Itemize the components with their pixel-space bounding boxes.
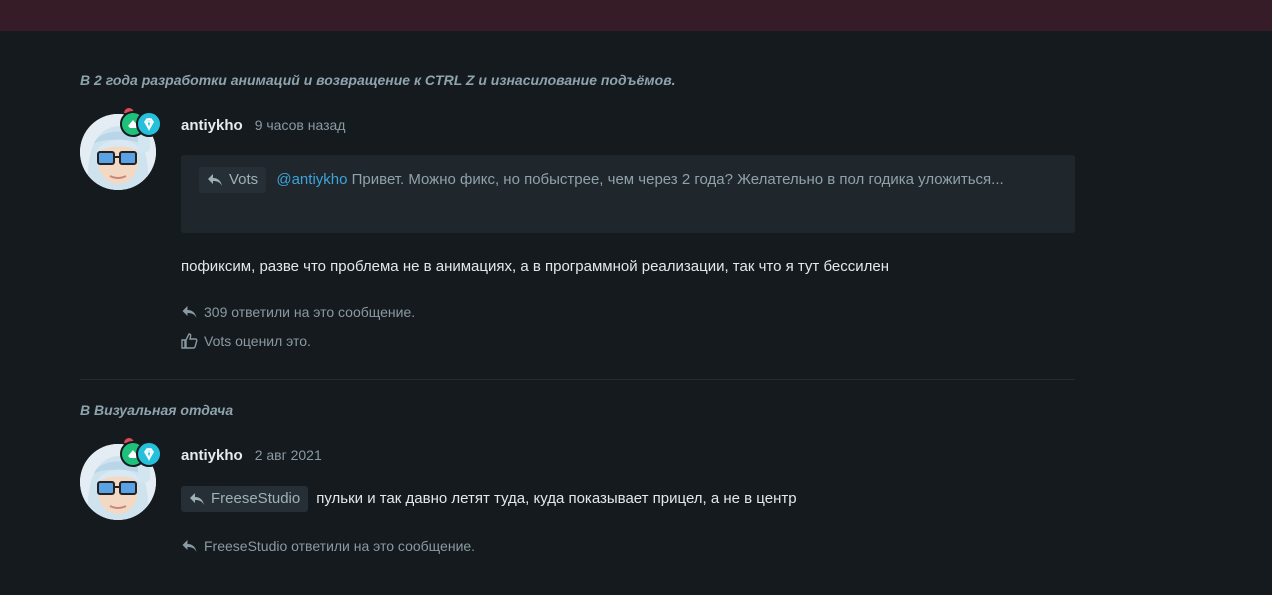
thumbs-up-icon [181,333,198,349]
replies-count-text: 309 ответили на это сообщение. [204,304,416,320]
diamond-badge-icon[interactable] [136,111,162,137]
reply-arrow-icon [182,540,197,552]
post-timestamp[interactable]: 9 часов назад [255,113,346,137]
username-link[interactable]: antiykho [181,444,243,468]
reply-to-username: FreeseStudio [211,490,301,508]
post-header: antiykho 9 часов назад [181,113,1075,137]
post-header: antiykho 2 авг 2021 [181,443,1075,467]
replies-link[interactable]: 309 ответили на это сообщение. [181,302,1075,322]
post-body: antiykho 2 авг 2021 FreeseStudio пульки … [181,444,1075,556]
post-context: В 2 года разработки анимаций и возвращен… [80,70,1075,90]
likes-link[interactable]: Vots оценил это. [181,331,1075,351]
post-context: В Визуальная отдача [80,400,1075,420]
user-avatar[interactable] [80,108,162,190]
username-link[interactable]: antiykho [181,114,243,138]
post-timestamp[interactable]: 2 авг 2021 [255,443,322,467]
post-message: пофиксим, разве что проблема не в анимац… [181,258,889,275]
replies-count-text: FreeseStudio ответили на это сообщение. [204,538,476,554]
user-mention-link[interactable]: @antiykho [276,171,347,188]
quote-author-name: Vots [229,171,259,189]
reply-arrow-icon [208,174,222,187]
post-divider [80,379,1075,380]
context-discussion-link[interactable]: Визуальная отдача [94,402,233,418]
context-prefix: В [80,402,91,418]
user-avatar[interactable] [80,438,162,520]
post-message: FreeseStudio пульки и так давно летят ту… [181,485,1075,513]
post-message-text: пульки и так давно летят туда, куда пока… [316,490,797,507]
quote-block: Vots @antiykho Привет. Можно фикс, но по… [181,155,1075,233]
likes-text: Vots оценил это. [204,333,311,349]
top-bar [0,0,1272,31]
context-prefix: В [80,72,91,88]
reply-arrow-icon [182,306,197,318]
reply-to-user-button[interactable]: FreeseStudio [181,486,309,513]
quote-text: Привет. Можно фикс, но побыстрее, чем че… [351,171,1004,188]
replies-link[interactable]: FreeseStudio ответили на это сообщение. [181,536,1075,556]
reply-arrow-icon [190,493,204,506]
post-body: antiykho 9 часов назад Vots @antiykho Пр… [181,114,1075,351]
quote-author-button[interactable]: Vots [199,167,267,194]
diamond-badge-icon[interactable] [136,441,162,467]
context-discussion-link[interactable]: 2 года разработки анимаций и возвращение… [94,72,676,88]
